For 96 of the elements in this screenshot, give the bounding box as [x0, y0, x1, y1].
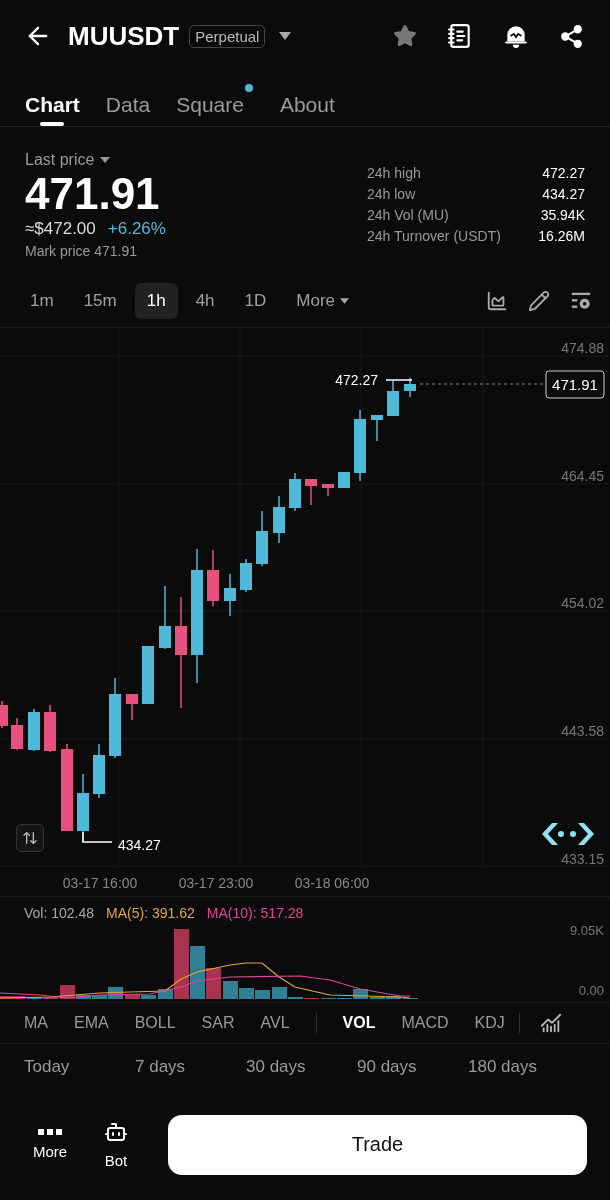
- bar-chart-icon[interactable]: [539, 1012, 562, 1034]
- mark-price: Mark price 471.91: [25, 243, 139, 259]
- candle: [256, 510, 268, 567]
- tab[interactable]: About: [279, 72, 335, 126]
- settings-icon[interactable]: [570, 290, 592, 312]
- stat-label: 24h Turnover (USDT): [367, 228, 502, 244]
- time-axis-label: 03-17 16:00: [62, 875, 138, 891]
- stat-value: 472.27: [541, 165, 585, 181]
- indicator-tab[interactable]: VOL: [342, 1014, 376, 1032]
- chevron-dots-icon[interactable]: [542, 823, 594, 845]
- volume-legend-text: Vol: 102.48: [24, 905, 95, 921]
- candle: [305, 478, 317, 506]
- candle: [28, 708, 40, 752]
- candle: [142, 645, 154, 705]
- candle: [371, 414, 383, 442]
- candle: [0, 700, 8, 729]
- caret-icon[interactable]: [279, 32, 292, 40]
- leader-line: [385, 379, 413, 381]
- area-chart-icon[interactable]: [486, 290, 508, 312]
- robot-icon: [104, 1120, 128, 1144]
- stat-label: 24h high: [367, 165, 422, 181]
- symbol-title: MUUSDT: [68, 20, 180, 52]
- stat-label: 24h low: [367, 186, 417, 202]
- stat-label: 24h Vol (MU): [367, 207, 450, 223]
- period-label[interactable]: 7 days: [135, 1056, 246, 1077]
- interval-tab[interactable]: 4h: [183, 283, 227, 319]
- price-axis-label: 464.45: [561, 468, 604, 484]
- candle: [289, 472, 301, 512]
- candle: [387, 380, 399, 417]
- indicator-tab[interactable]: KDJ: [474, 1014, 505, 1032]
- up-down-arrow-icon: [22, 830, 38, 846]
- price-change: +6.26%: [107, 219, 166, 239]
- candle: [404, 377, 416, 398]
- notebook-icon[interactable]: [447, 23, 473, 49]
- indicator-tab[interactable]: MA: [24, 1014, 48, 1032]
- indicator-tab[interactable]: MACD: [401, 1014, 449, 1032]
- candle: [224, 573, 236, 617]
- low-price-label: 434.27: [118, 837, 161, 853]
- star-icon[interactable]: [393, 24, 417, 48]
- volume-legend-text: MA(5): 391.62: [106, 905, 195, 921]
- indicator-tab[interactable]: BOLL: [134, 1014, 176, 1032]
- volume-axis-label: 9.05K: [570, 923, 604, 938]
- dots-icon: [38, 1129, 62, 1135]
- period-label[interactable]: Today: [24, 1056, 135, 1077]
- stat-value: 434.27: [541, 186, 585, 202]
- candle: [93, 743, 105, 799]
- time-axis-label: 03-18 06:00: [294, 875, 370, 891]
- price-axis-label: 433.15: [561, 851, 604, 867]
- volume-legend-text: MA(10): 517.28: [206, 905, 304, 921]
- current-price-value: 471.91: [552, 376, 598, 393]
- volume-axis-label: 0.00: [578, 983, 604, 998]
- indicator-tab[interactable]: EMA: [74, 1014, 109, 1032]
- pencil-icon[interactable]: [528, 290, 550, 312]
- interval-tab[interactable]: 1D: [232, 283, 279, 319]
- indicator-tab[interactable]: SAR: [201, 1014, 235, 1032]
- period-label[interactable]: 30 days: [246, 1056, 357, 1077]
- candle: [44, 704, 56, 753]
- more-button[interactable]: More: [24, 1129, 76, 1160]
- indicator-tab[interactable]: AVL: [260, 1014, 290, 1032]
- last-price-selector[interactable]: Last price: [25, 151, 166, 169]
- caret-icon: [340, 298, 349, 304]
- candle: [240, 558, 252, 593]
- candle: [159, 585, 171, 650]
- interval-tab[interactable]: 15m: [71, 283, 129, 319]
- price-axis-label: 454.02: [561, 595, 604, 611]
- time-axis-label: 03-17 23:00: [178, 875, 254, 891]
- bot-button[interactable]: Bot: [90, 1120, 142, 1169]
- candle: [11, 717, 23, 751]
- period-label[interactable]: 180 days: [468, 1056, 579, 1077]
- leader-line: [82, 831, 113, 843]
- share-icon[interactable]: [559, 23, 584, 49]
- approx-price: ≈$472.00: [25, 219, 96, 239]
- interval-tab[interactable]: 1m: [18, 283, 66, 319]
- interval-tab[interactable]: 1h: [134, 283, 178, 319]
- bell-icon[interactable]: [503, 23, 529, 49]
- tab[interactable]: Data: [105, 72, 151, 126]
- scale-toggle-button[interactable]: [16, 824, 44, 852]
- stat-value: 35.94K: [539, 207, 585, 223]
- candle: [207, 549, 219, 607]
- candle: [338, 471, 350, 489]
- price-axis-label: 474.88: [561, 340, 604, 356]
- period-label[interactable]: 90 days: [357, 1056, 468, 1077]
- candle: [273, 495, 285, 544]
- current-price-tag: [545, 370, 605, 399]
- trade-button[interactable]: Trade: [168, 1114, 587, 1175]
- price-axis-label: 443.58: [561, 723, 604, 739]
- more-dropdown[interactable]: More: [284, 283, 361, 319]
- candle: [126, 693, 138, 721]
- stat-value: 16.26M: [537, 228, 585, 244]
- tab[interactable]: Chart: [25, 72, 80, 126]
- last-price: 471.91: [25, 169, 161, 219]
- high-price-label: 472.27: [335, 372, 378, 388]
- caret-icon: [100, 157, 111, 163]
- contract-badge: Perpetual: [189, 24, 266, 48]
- tab[interactable]: Square: [176, 72, 254, 126]
- candle: [322, 483, 334, 497]
